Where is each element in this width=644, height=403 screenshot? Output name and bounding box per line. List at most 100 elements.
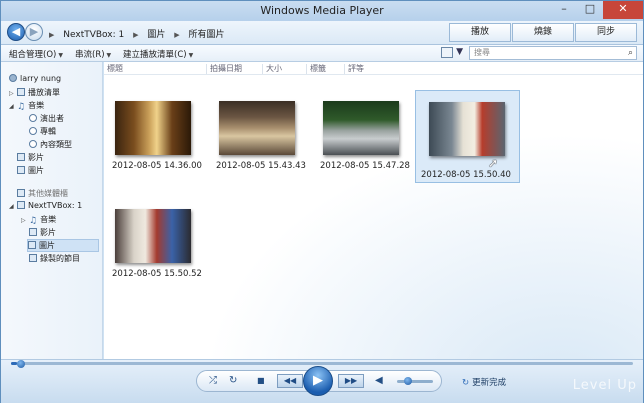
tab-play[interactable]: 播放 xyxy=(449,23,511,42)
picture-thumbnail xyxy=(115,209,191,263)
sidebar-item-playlists[interactable]: ▷ 播放清單 xyxy=(9,87,60,98)
back-button[interactable]: ◀ xyxy=(7,23,25,41)
organize-menu[interactable]: 組合管理(O) ▼ xyxy=(9,48,63,60)
pane-tabs: 播放 燒錄 同步 xyxy=(448,23,637,43)
breadcrumb-separator-icon[interactable]: ▶ xyxy=(49,31,54,39)
seek-bar[interactable] xyxy=(11,362,633,365)
update-status-label: 更新完成 xyxy=(472,378,507,388)
sidebar-item-album[interactable]: 專輯 xyxy=(29,126,56,137)
window-title: Windows Media Player xyxy=(260,4,384,17)
volume-mute-button[interactable]: ◀ xyxy=(375,375,383,386)
picture-thumbnail xyxy=(219,101,295,155)
expand-arrow-icon[interactable]: ▷ xyxy=(21,217,29,224)
sidebar-item-pictures[interactable]: 圖片 xyxy=(17,165,44,176)
stream-menu[interactable]: 串流(R) ▼ xyxy=(75,48,111,60)
sidebar-other-libraries[interactable]: 其他媒體櫃 xyxy=(17,188,68,199)
sidebar-device-videos[interactable]: 影片 xyxy=(29,227,56,238)
picture-caption: 2012-08-05 14.36.00 xyxy=(112,161,202,171)
sidebar-device-recorded-tv[interactable]: 錄製的節目 xyxy=(29,253,80,264)
view-options-icon xyxy=(441,47,454,58)
breadcrumb: ▶ NextTVBox: 1 ▶ 圖片 ▶ 所有圖片 xyxy=(49,27,231,40)
sidebar-item-music[interactable]: ◢ ♫ 音樂 xyxy=(9,100,44,112)
playlist-icon xyxy=(17,88,25,96)
picture-icon xyxy=(28,241,36,249)
sidebar-device-pictures[interactable]: 圖片 xyxy=(27,239,99,252)
picture-thumbnail xyxy=(429,102,505,156)
details-pane: 標題 拍攝日期 大小 標籤 評等 2012-08-05 14.36.00 201… xyxy=(104,62,643,359)
picture-tile[interactable]: 2012-08-05 15.47.28 xyxy=(315,91,417,179)
collapse-arrow-icon[interactable]: ◢ xyxy=(9,103,17,110)
breadcrumb-pictures[interactable]: 圖片 xyxy=(147,30,165,40)
create-playlist-label: 建立播放清單(C) xyxy=(123,50,187,60)
minimize-button[interactable]: – xyxy=(551,1,577,19)
chevron-down-icon: ▼ xyxy=(188,52,194,59)
chevron-down-icon: ▼ xyxy=(58,52,63,59)
column-header-date-taken[interactable]: 拍攝日期 xyxy=(206,64,262,74)
view-options[interactable]: ▼ xyxy=(441,47,463,58)
update-status: ↻ 更新完成 xyxy=(462,376,506,388)
play-button[interactable]: ▶ xyxy=(303,366,333,396)
picture-thumbnail xyxy=(323,101,399,155)
picture-caption: 2012-08-05 15.43.43 xyxy=(216,161,306,171)
picture-caption: 2012-08-05 15.50.52 xyxy=(112,269,202,279)
picture-tile[interactable]: 2012-08-05 15.43.43 xyxy=(211,91,313,179)
recorded-tv-icon xyxy=(29,254,37,262)
breadcrumb-separator-icon[interactable]: ▶ xyxy=(174,31,179,39)
device-icon xyxy=(17,201,25,209)
video-icon xyxy=(17,153,25,161)
column-headers: 標題 拍攝日期 大小 標籤 評等 xyxy=(104,62,643,75)
sidebar-device[interactable]: ◢ NextTVBox: 1 xyxy=(9,201,82,210)
picture-tile[interactable]: 2012-08-05 14.36.00 xyxy=(107,91,209,179)
mouse-cursor-icon: ➚ xyxy=(488,156,499,170)
media-player-window: Windows Media Player – □ ✕ ◀ ▶ ▶ NextTVB… xyxy=(0,0,644,403)
picture-caption: 2012-08-05 15.47.28 xyxy=(320,161,410,171)
expand-arrow-icon[interactable]: ▷ xyxy=(9,90,17,97)
back-arrow-icon: ◀ xyxy=(11,25,21,38)
title-bar[interactable]: Windows Media Player – □ ✕ xyxy=(1,1,643,21)
column-header-tags[interactable]: 標籤 xyxy=(306,64,344,74)
sidebar-item-videos[interactable]: 影片 xyxy=(17,152,44,163)
column-header-size[interactable]: 大小 xyxy=(262,64,306,74)
refresh-icon: ↻ xyxy=(462,378,470,388)
forward-button[interactable]: ▶ xyxy=(25,23,43,41)
album-icon xyxy=(29,127,37,135)
create-playlist-menu[interactable]: 建立播放清單(C) ▼ xyxy=(123,48,193,60)
breadcrumb-device[interactable]: NextTVBox: 1 xyxy=(63,30,124,40)
tab-burn[interactable]: 燒錄 xyxy=(512,23,574,42)
search-input[interactable]: 搜尋 ⌕ xyxy=(469,46,637,60)
breadcrumb-separator-icon[interactable]: ▶ xyxy=(133,31,138,39)
forward-arrow-icon: ▶ xyxy=(29,25,39,38)
sidebar-device-music[interactable]: ▷ ♫ 音樂 xyxy=(21,214,56,226)
previous-button[interactable]: ◀◀ xyxy=(277,374,303,388)
volume-slider[interactable] xyxy=(397,380,433,383)
chevron-down-icon: ▼ xyxy=(456,47,463,57)
volume-handle[interactable] xyxy=(403,377,412,385)
picture-tile-selected[interactable]: 2012-08-05 15.50.40 xyxy=(415,90,520,183)
breadcrumb-all-pictures[interactable]: 所有圖片 xyxy=(189,30,225,40)
transport-controls: ⤮ ↻ ■ ◀◀ ▶ ▶▶ ◀ xyxy=(196,366,442,396)
artist-icon xyxy=(29,114,37,122)
maximize-button[interactable]: □ xyxy=(577,1,603,19)
seek-handle[interactable] xyxy=(17,360,26,368)
video-icon xyxy=(29,228,37,236)
tab-sync[interactable]: 同步 xyxy=(575,23,637,42)
column-header-title[interactable]: 標題 xyxy=(104,64,206,74)
shuffle-button[interactable]: ⤮ xyxy=(209,375,217,386)
navigation-bar: ◀ ▶ ▶ NextTVBox: 1 ▶ 圖片 ▶ 所有圖片 播放 燒錄 同步 xyxy=(1,21,643,45)
next-button[interactable]: ▶▶ xyxy=(338,374,364,388)
chevron-down-icon: ▼ xyxy=(106,52,112,59)
collapse-arrow-icon[interactable]: ◢ xyxy=(9,203,17,210)
command-toolbar: 組合管理(O) ▼ 串流(R) ▼ 建立播放清單(C) ▼ ▼ 搜尋 ⌕ xyxy=(1,45,643,62)
picture-tile[interactable]: 2012-08-05 15.50.52 xyxy=(107,199,209,287)
stop-button[interactable]: ■ xyxy=(257,376,265,385)
picture-thumbnail xyxy=(115,101,191,155)
sidebar-item-artist[interactable]: 演出者 xyxy=(29,113,64,124)
repeat-button[interactable]: ↻ xyxy=(229,375,237,386)
sidebar-library-user[interactable]: larry nung xyxy=(9,74,61,83)
close-button[interactable]: ✕ xyxy=(603,1,643,19)
sidebar-item-genre[interactable]: 內容類型 xyxy=(29,139,72,150)
organize-label: 組合管理(O) xyxy=(9,50,57,60)
search-icon[interactable]: ⌕ xyxy=(628,47,633,59)
genre-icon xyxy=(29,140,37,148)
column-header-rating[interactable]: 評等 xyxy=(344,64,394,74)
